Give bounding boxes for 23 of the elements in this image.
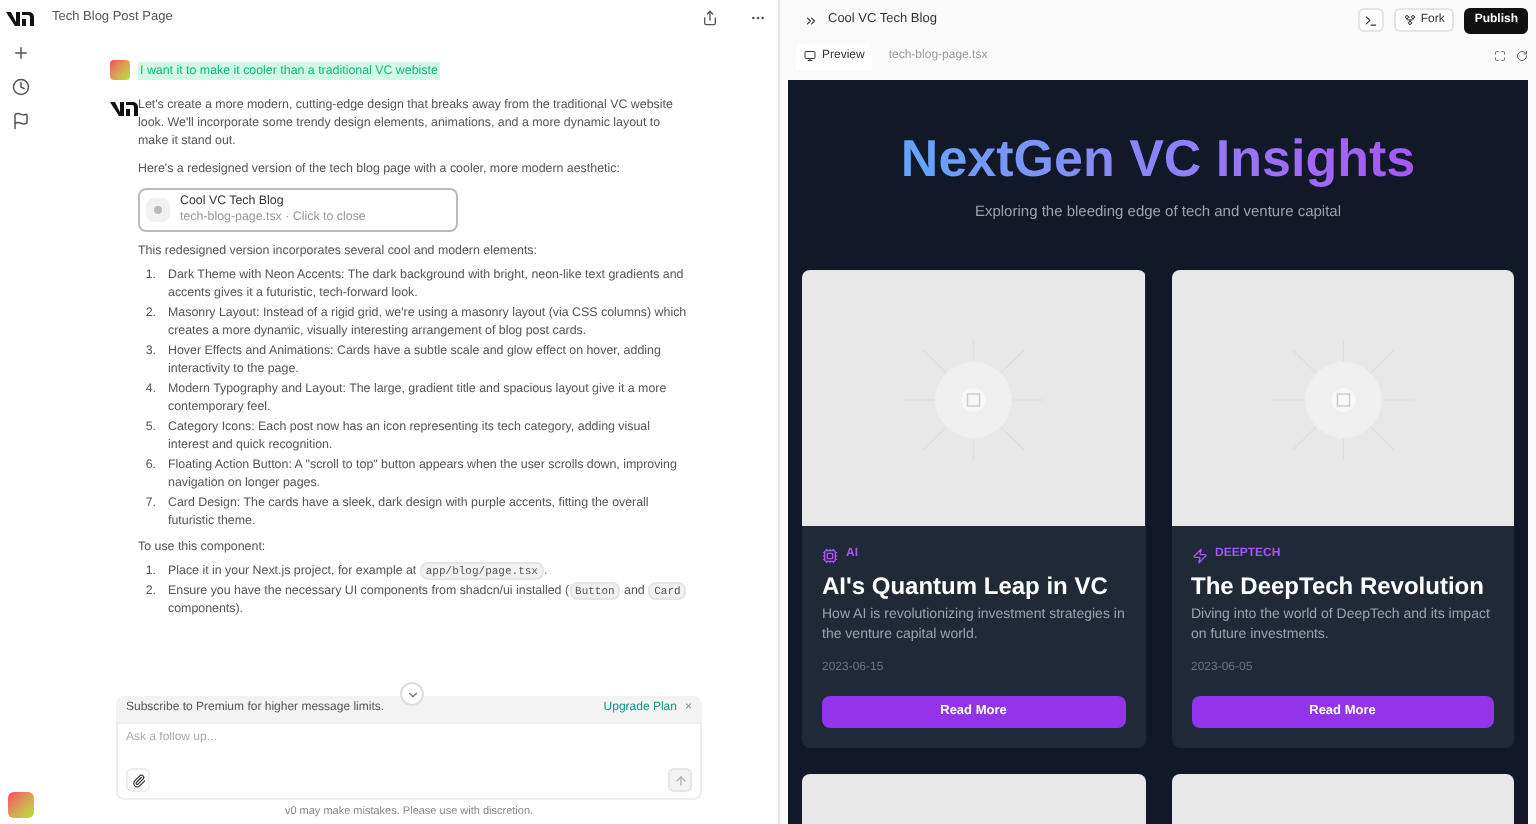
chevron-down-icon <box>405 687 419 701</box>
post-title: The DeepTech Revolution <box>1191 570 1486 603</box>
history-icon[interactable] <box>11 78 29 96</box>
refresh-icon[interactable] <box>1516 50 1528 62</box>
share-icon[interactable] <box>702 10 718 26</box>
terminal-button[interactable] <box>1358 8 1385 32</box>
terminal-icon <box>1364 13 1379 27</box>
component-icon <box>146 198 170 222</box>
paperclip-icon <box>131 773 145 787</box>
user-avatar <box>110 60 130 80</box>
flag-icon[interactable] <box>11 112 29 130</box>
new-chat-icon[interactable] <box>11 44 29 62</box>
fork-icon <box>1404 14 1417 26</box>
expand-icon[interactable] <box>804 13 818 27</box>
user-avatar[interactable] <box>7 792 33 818</box>
post-title: AI's Quantum Leap in VC <box>822 570 1110 603</box>
attach-button[interactable] <box>126 768 150 792</box>
lightning-icon <box>1191 547 1207 564</box>
chip-icon <box>822 547 838 564</box>
logo-icon <box>110 100 138 118</box>
monitor-icon <box>804 50 816 62</box>
arrow-up-icon <box>673 773 687 787</box>
logo-icon <box>6 10 34 28</box>
